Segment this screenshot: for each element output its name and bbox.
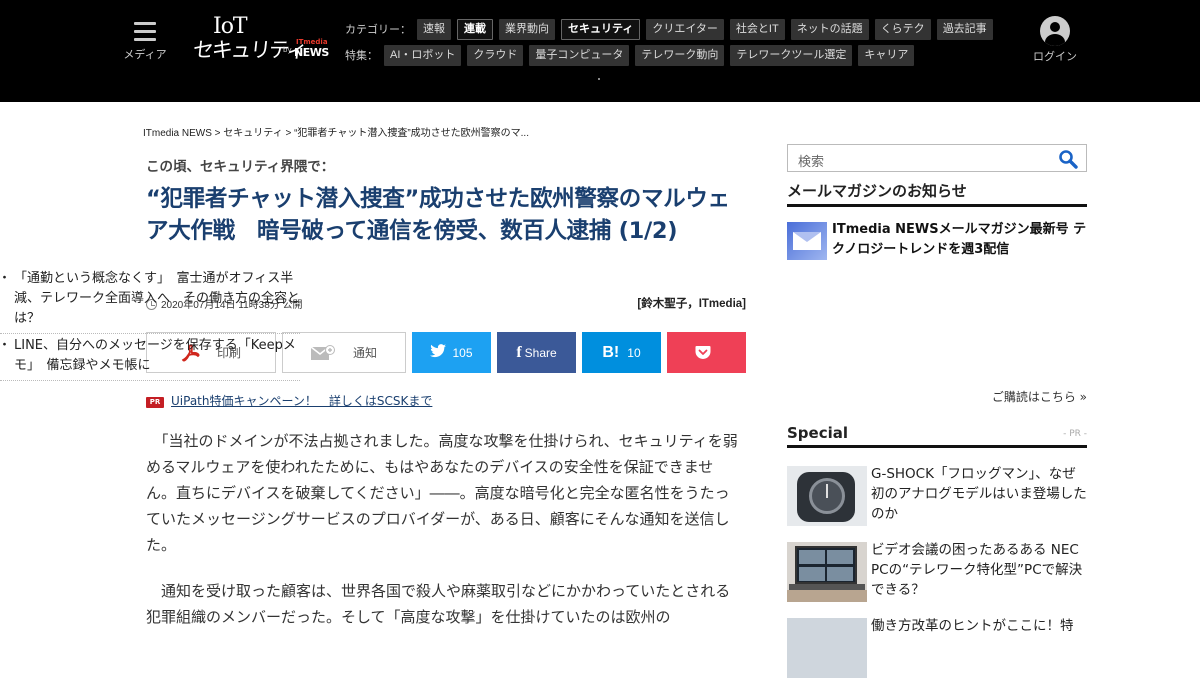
mailmag-item[interactable]: 「通勤という概念なくす」 富士通がオフィス半減、テレワーク全面導入へ その働き方…: [0, 269, 300, 334]
article-title: “犯罪者チャット潜入捜査”成功させた欧州警察のマルウェア大作戦 暗号破って通信を…: [146, 186, 730, 244]
article-author: [鈴木聖子，ITmedia]: [637, 298, 746, 310]
hatena-count: 10: [627, 345, 641, 360]
site-header: メディア IoT セキュリティ ITmedia by NEWS カテゴリー： 速…: [0, 0, 1200, 102]
header-divider-dot: [598, 78, 600, 80]
hatena-icon: B!: [602, 343, 620, 361]
nav-category-society[interactable]: 社会とIT: [729, 18, 785, 40]
notify-button[interactable]: 通知: [282, 332, 406, 373]
global-nav: カテゴリー： 速報 連載 業界動向 セキュリティ クリエイター 社会とIT ネッ…: [345, 16, 1005, 68]
twitter-icon: [430, 343, 447, 362]
menu-icon: [134, 22, 156, 41]
login-label: ログイン: [1033, 50, 1077, 63]
search-input[interactable]: 検索: [798, 151, 824, 170]
category-caption: カテゴリー：: [345, 24, 411, 36]
article-kicker[interactable]: この頃、セキュリティ界隈で：: [146, 155, 334, 175]
mailmag-item[interactable]: LINE、自分へのメッセージを保存する「Keepメモ」 備忘録やメモ帳に: [0, 336, 300, 381]
facebook-share-button[interactable]: f Share: [497, 332, 576, 373]
feature-caption: 特集：: [345, 50, 378, 62]
login-button[interactable]: ログイン: [1032, 16, 1078, 64]
notify-label: 通知: [352, 346, 377, 360]
special-item[interactable]: ビデオ会議の困ったあるある NEC PCの“テレワーク特化型”PCで解決できる？: [787, 542, 1087, 606]
search-box[interactable]: 検索: [787, 144, 1087, 172]
nav-feature-telework-trend[interactable]: テレワーク動向: [635, 44, 725, 66]
nav-feature-ai[interactable]: AI・ロボット: [384, 44, 462, 66]
mailmag-featured[interactable]: ITmedia NEWSメールマガジン最新号 テクノロジートレンドを週3配信: [787, 220, 1087, 264]
breadcrumb[interactable]: ITmedia NEWS > セキュリティ > “犯罪者チャット潜入捜査”成功さ…: [143, 124, 529, 139]
mailmag-heading-text: メールマガジンのお知らせ: [787, 182, 967, 200]
mailmag-heading: メールマガジンのお知らせ: [787, 180, 1087, 207]
nav-category-sokuho[interactable]: 速報: [417, 18, 451, 40]
user-avatar-icon: [1040, 16, 1070, 46]
nav-feature-telework-tools[interactable]: テレワークツール選定: [730, 44, 853, 66]
category-row: カテゴリー： 速報 連載 業界動向 セキュリティ クリエイター 社会とIT ネッ…: [345, 16, 1005, 42]
nav-category-gyokai[interactable]: 業界動向: [499, 18, 555, 40]
pr-link-text: UiPath特価キャンペーン！ 詳しくはSCSKまで: [171, 394, 433, 408]
search-icon[interactable]: [1058, 149, 1078, 169]
feature-row: 特集： AI・ロボット クラウド 量子コンピュータ テレワーク動向 テレワークツ…: [345, 42, 1005, 68]
special-thumbnail: [787, 466, 867, 526]
special-item-title: ビデオ会議の困ったあるある NEC PCの“テレワーク特化型”PCで解決できる？: [871, 542, 1083, 598]
special-item[interactable]: 働き方改革のヒントがここに！特: [787, 618, 1087, 682]
article-paragraph: 通知を受け取った顧客は、世界各国で殺人や麻薬取引などにかかわっていたとされる犯罪…: [146, 582, 731, 626]
site-logo[interactable]: IoT セキュリティ ITmedia by NEWS: [192, 14, 333, 66]
hatena-bookmark-button[interactable]: B! 10: [582, 332, 661, 373]
nav-category-kuratech[interactable]: くらテク: [874, 18, 931, 40]
pocket-button[interactable]: [667, 332, 746, 373]
nav-category-security[interactable]: セキュリティ: [561, 18, 641, 40]
facebook-icon: f: [516, 343, 522, 361]
special-heading: Special - PR -: [787, 424, 1087, 448]
nav-feature-quantum[interactable]: 量子コンピュータ: [529, 44, 630, 66]
media-menu-label: メディア: [123, 48, 167, 61]
nav-category-rensai[interactable]: 連載: [457, 18, 493, 40]
twitter-share-button[interactable]: 105: [412, 332, 491, 373]
special-thumbnail: [787, 618, 867, 678]
pr-link[interactable]: PR UiPath特価キャンペーン！ 詳しくはSCSKまで: [146, 392, 432, 409]
nav-feature-cloud[interactable]: クラウド: [467, 44, 524, 66]
special-item-title: 働き方改革のヒントがここに！特: [871, 618, 1074, 634]
logo-by: by: [283, 46, 292, 54]
twitter-count: 105: [452, 345, 473, 360]
pocket-icon: [695, 345, 711, 360]
special-heading-text: Special: [787, 424, 849, 442]
mail-add-icon: [310, 344, 335, 361]
special-item-title: G-SHOCK「フロッグマン」、なぜ初のアナログモデルはいま登場したのか: [871, 466, 1087, 522]
subscribe-link[interactable]: ご購読はこちら »: [992, 388, 1087, 405]
nav-category-creator[interactable]: クリエイター: [646, 18, 724, 40]
special-thumbnail: [787, 542, 867, 602]
logo-news: NEWS: [294, 46, 329, 59]
pr-badge: PR: [146, 397, 164, 408]
media-menu-button[interactable]: メディア: [120, 20, 170, 64]
special-item[interactable]: G-SHOCK「フロッグマン」、なぜ初のアナログモデルはいま登場したのか: [787, 466, 1087, 530]
nav-category-net[interactable]: ネットの話題: [790, 18, 869, 40]
article-paragraph: 「当社のドメインが不法占拠されました。高度な攻撃を仕掛けられ、セキュリティを弱め…: [146, 432, 738, 554]
nav-category-archive[interactable]: 過去記事: [936, 18, 993, 40]
special-pr-note: - PR -: [1063, 429, 1087, 439]
nav-feature-career[interactable]: キャリア: [858, 44, 915, 66]
envelope-icon: [787, 222, 827, 260]
facebook-label: Share: [524, 345, 557, 360]
logo-itmedia: ITmedia: [296, 38, 328, 46]
mailmag-featured-text: ITmedia NEWSメールマガジン最新号 テクノロジートレンドを週3配信: [832, 222, 1087, 257]
